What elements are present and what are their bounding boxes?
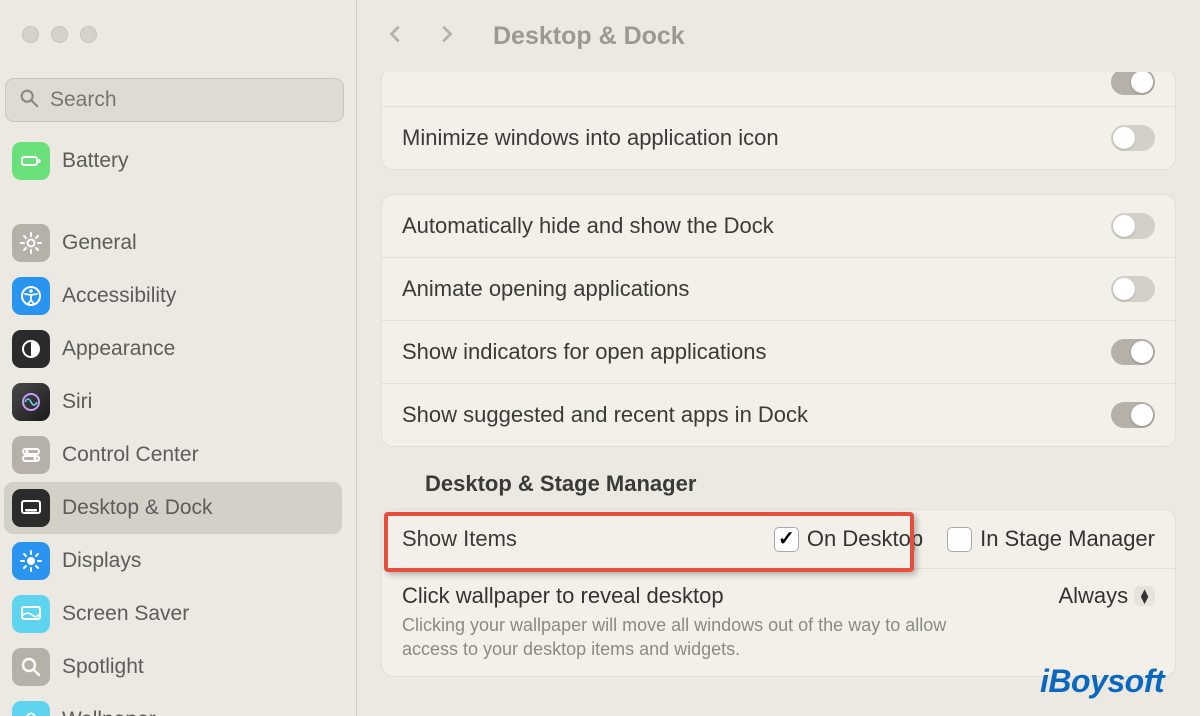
sidebar-item-label: Desktop & Dock xyxy=(62,496,213,520)
displays-icon xyxy=(12,542,50,580)
row-reveal-desktop: Click wallpaper to reveal desktop Always… xyxy=(382,569,1175,676)
accessibility-icon xyxy=(12,277,50,315)
on-desktop-label: On Desktop xyxy=(807,526,923,552)
sidebar-item-appearance[interactable]: Appearance xyxy=(4,323,342,375)
spotlight-icon xyxy=(12,648,50,686)
stepper-arrows-icon: ▲▼ xyxy=(1134,586,1155,606)
reveal-value: Always xyxy=(1058,583,1128,609)
sidebar-item-label: Screen Saver xyxy=(62,602,189,626)
siri-icon xyxy=(12,383,50,421)
show-items-label: Show Items xyxy=(402,526,517,552)
main-panel: Desktop & Dock x Minimize windows into a… xyxy=(357,0,1200,716)
sidebar-item-control-center[interactable]: Control Center xyxy=(4,429,342,481)
row-suggested: Show suggested and recent apps in Dock xyxy=(382,384,1175,446)
sidebar-item-label: Appearance xyxy=(62,337,175,361)
row-indicators: Show indicators for open applications xyxy=(382,321,1175,384)
forward-button[interactable] xyxy=(435,20,457,53)
sidebar-item-spotlight[interactable]: Spotlight xyxy=(4,641,342,693)
toggle-partial[interactable] xyxy=(1111,72,1155,95)
appearance-icon xyxy=(12,330,50,368)
row-show-items: Show Items On Desktop In Stage Manager xyxy=(382,510,1175,569)
reveal-select[interactable]: Always ▲▼ xyxy=(1058,583,1155,609)
dock-icon xyxy=(12,489,50,527)
sidebar-item-label: Control Center xyxy=(62,443,199,467)
watermark: iBoysoft xyxy=(1040,663,1164,700)
battery-icon xyxy=(12,142,50,180)
section-title: Desktop & Stage Manager xyxy=(425,471,1176,497)
toggle-animate[interactable] xyxy=(1111,276,1155,302)
row-label: Show indicators for open applications xyxy=(402,339,766,365)
row-animate: Animate opening applications xyxy=(382,258,1175,321)
header: Desktop & Dock xyxy=(357,0,1200,72)
settings-group-1: x Minimize windows into application icon xyxy=(381,72,1176,170)
row-minimize: Minimize windows into application icon xyxy=(382,107,1175,169)
sidebar-item-siri[interactable]: Siri xyxy=(4,376,342,428)
sidebar-item-label: Displays xyxy=(62,549,141,573)
reveal-description: Clicking your wallpaper will move all wi… xyxy=(402,613,962,662)
page-title: Desktop & Dock xyxy=(493,22,685,51)
reveal-label: Click wallpaper to reveal desktop xyxy=(402,583,724,609)
search-icon xyxy=(18,87,40,114)
search-input[interactable] xyxy=(50,88,331,112)
toggle-indicators[interactable] xyxy=(1111,339,1155,365)
toggle-minimize[interactable] xyxy=(1111,125,1155,151)
row-label: Show suggested and recent apps in Dock xyxy=(402,402,808,428)
close-window-dot[interactable] xyxy=(22,26,39,43)
toggle-autohide[interactable] xyxy=(1111,213,1155,239)
sidebar-item-displays[interactable]: Displays xyxy=(4,535,342,587)
back-button[interactable] xyxy=(385,20,407,53)
checkbox-on-desktop[interactable] xyxy=(774,527,799,552)
row-label: Animate opening applications xyxy=(402,276,689,302)
row-label: Minimize windows into application icon xyxy=(402,125,779,151)
in-stage-label: In Stage Manager xyxy=(980,526,1155,552)
sidebar-nav: Battery General Accessibility Appearance xyxy=(0,134,356,716)
sidebar-item-label: Accessibility xyxy=(62,284,176,308)
sidebar-item-label: Spotlight xyxy=(62,655,144,679)
wallpaper-icon xyxy=(12,701,50,716)
screensaver-icon xyxy=(12,595,50,633)
sidebar-item-wallpaper[interactable]: Wallpaper xyxy=(4,694,342,716)
sidebar: Battery General Accessibility Appearance xyxy=(0,0,357,716)
toggle-suggested[interactable] xyxy=(1111,402,1155,428)
row-partial-top: x xyxy=(382,72,1175,107)
settings-group-2: Automatically hide and show the Dock Ani… xyxy=(381,194,1176,447)
settings-group-stage: Show Items On Desktop In Stage Manager C… xyxy=(381,509,1176,677)
control-center-icon xyxy=(12,436,50,474)
window-controls xyxy=(0,0,356,60)
minimize-window-dot[interactable] xyxy=(51,26,68,43)
checkbox-in-stage[interactable] xyxy=(947,527,972,552)
sidebar-item-desktop-dock[interactable]: Desktop & Dock xyxy=(4,482,342,534)
sidebar-item-screen-saver[interactable]: Screen Saver xyxy=(4,588,342,640)
search-field[interactable] xyxy=(5,78,344,122)
gear-icon xyxy=(12,224,50,262)
row-label: Automatically hide and show the Dock xyxy=(402,213,774,239)
sidebar-item-label: General xyxy=(62,231,137,255)
sidebar-item-accessibility[interactable]: Accessibility xyxy=(4,270,342,322)
sidebar-item-label: Battery xyxy=(62,149,129,173)
zoom-window-dot[interactable] xyxy=(80,26,97,43)
sidebar-item-battery[interactable]: Battery xyxy=(4,135,342,187)
sidebar-item-label: Wallpaper xyxy=(62,708,156,716)
sidebar-item-general[interactable]: General xyxy=(4,217,342,269)
sidebar-item-label: Siri xyxy=(62,390,92,414)
row-autohide: Automatically hide and show the Dock xyxy=(382,195,1175,258)
